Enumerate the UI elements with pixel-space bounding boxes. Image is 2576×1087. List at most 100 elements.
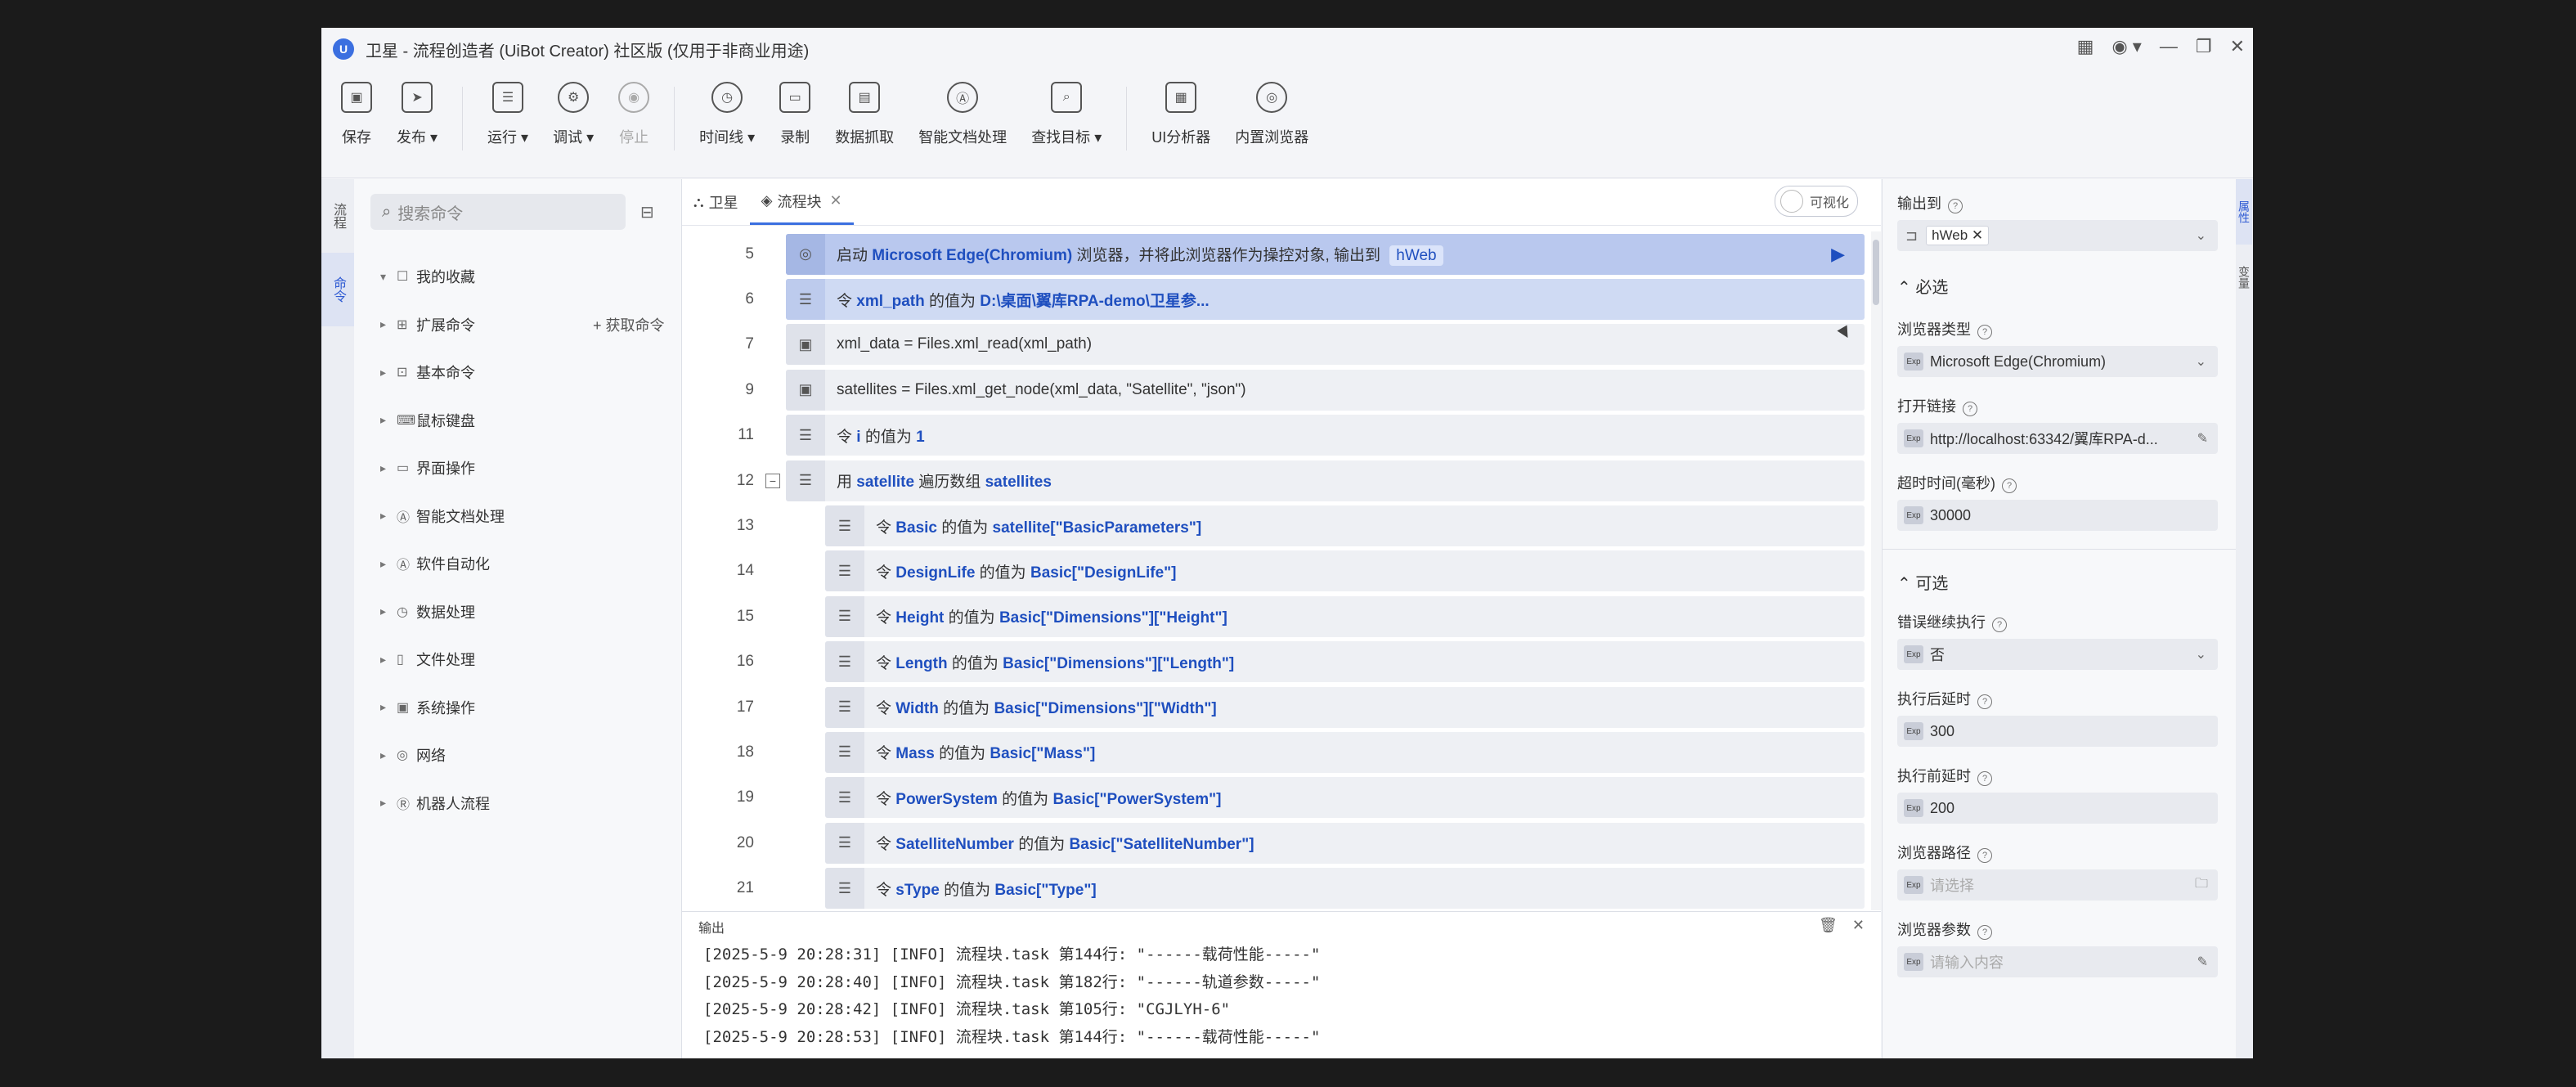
output-to-field[interactable]: ⊐ hWeb ✕ ⌄ <box>1897 220 2218 251</box>
command-block[interactable]: ◎ 启动 Microsoft Edge(Chromium) 浏览器，并将此浏览器作… <box>786 233 1865 275</box>
fold-toggle-icon[interactable]: − <box>765 473 780 488</box>
command-category[interactable]: ▸ ⊞ 扩展命令 + 获取命令 <box>380 301 665 349</box>
visualize-toggle[interactable]: 可视化 <box>1775 186 1858 217</box>
close-icon[interactable]: ✕ <box>1852 917 1865 934</box>
toolbar-button-4[interactable]: ◉ 停止 <box>618 70 650 147</box>
command-block[interactable]: ☰ 令 PowerSystem 的值为 Basic["PowerSystem"] <box>825 777 1865 819</box>
command-block[interactable]: ☰ 令 i 的值为 1 <box>786 415 1865 456</box>
command-search-input[interactable]: ⌕ 搜索命令 <box>370 194 626 230</box>
toolbar-button-9[interactable]: ⌕ 查找目标 ▾ <box>1031 70 1102 147</box>
toolbar-button-8[interactable]: Ⓐ 智能文档处理 <box>918 70 1007 147</box>
code-line[interactable]: 18 ☰ 令 Mass 的值为 Basic["Mass"] <box>682 730 1871 775</box>
open-url-field[interactable]: Exp http://localhost:63342/翼库RPA-d... ✎ <box>1897 423 2218 454</box>
output-var-chip[interactable]: hWeb ✕ <box>1926 226 1990 245</box>
command-category[interactable]: ▾ ☐ 我的收藏 <box>380 253 505 301</box>
command-category[interactable]: ▸ ▣ 系统操作 <box>380 684 505 732</box>
rail-tab-flow[interactable]: 流程 <box>321 179 354 253</box>
optional-section-title[interactable]: ⌃ 可选 <box>1897 570 1948 594</box>
command-block[interactable]: ☰ 用 satellite 遍历数组 satellites <box>786 460 1865 501</box>
command-block[interactable]: ☰ 令 Length 的值为 Basic["Dimensions"]["Lengt… <box>825 641 1865 683</box>
chevron-right-icon[interactable]: ▸ <box>380 413 393 427</box>
command-block[interactable]: ☰ 令 Basic 的值为 satellite["BasicParameters"… <box>825 505 1865 547</box>
code-line[interactable]: 14 ☰ 令 DesignLife 的值为 Basic["DesignLife"] <box>682 549 1871 594</box>
close-button[interactable]: ✕ <box>2230 36 2245 57</box>
get-commands-button[interactable]: + 获取命令 <box>593 314 665 335</box>
chevron-right-icon[interactable]: ▸ <box>380 653 393 667</box>
chevron-down-icon[interactable]: ⌄ <box>2196 227 2206 244</box>
command-category[interactable]: ▸ ⌨ 鼠标键盘 <box>380 397 505 445</box>
rail-tab-properties[interactable]: 属性 <box>2236 179 2252 245</box>
chevron-right-icon[interactable]: ▸ <box>380 461 393 475</box>
tab-satellite[interactable]: ⛬ 卫星 <box>682 179 750 225</box>
chevron-right-icon[interactable]: ▸ <box>380 366 393 380</box>
command-block[interactable]: ☰ 令 Mass 的值为 Basic["Mass"] <box>825 731 1865 773</box>
help-icon[interactable]: ? <box>1992 618 2007 632</box>
chevron-right-icon[interactable]: ▸ <box>380 700 393 714</box>
code-line[interactable]: 17 ☰ 令 Width 的值为 Basic["Dimensions"]["Widt… <box>682 685 1871 730</box>
required-section-title[interactable]: ⌃ 必选 <box>1897 274 1948 298</box>
code-line[interactable]: 19 ☰ 令 PowerSystem 的值为 Basic["PowerSystem"… <box>682 775 1871 820</box>
close-tab-icon[interactable]: ✕ <box>829 192 841 209</box>
help-icon[interactable]: ? <box>1977 925 1992 940</box>
editor-scrollbar[interactable] <box>1871 231 1881 910</box>
chevron-right-icon[interactable]: ▸ <box>380 796 393 810</box>
timeout-field[interactable]: Exp 30000 <box>1897 500 2218 531</box>
command-block[interactable]: ☰ 令 DesignLife 的值为 Basic["DesignLife"] <box>825 550 1865 592</box>
toolbar-button-11[interactable]: ◎ 内置浏览器 <box>1235 70 1308 147</box>
scrollbar-thumb[interactable] <box>1873 240 1879 305</box>
account-icon[interactable]: ◉ ▾ <box>2112 36 2141 57</box>
toolbar-button-0[interactable]: ▣ 保存 <box>341 70 372 147</box>
command-category[interactable]: ▸ Ⓐ 软件自动化 <box>380 540 505 588</box>
delay-before-field[interactable]: Exp 200 <box>1897 793 2218 824</box>
chevron-down-icon[interactable]: ⌄ <box>2196 646 2206 663</box>
toolbar-button-1[interactable]: ➤ 发布 ▾ <box>397 70 438 147</box>
exp-badge[interactable]: Exp <box>1904 645 1923 663</box>
chevron-right-icon[interactable]: ▸ <box>380 748 393 762</box>
command-category[interactable]: ▸ Ⓡ 机器人流程 <box>380 779 505 828</box>
command-block[interactable]: ☰ 令 Width 的值为 Basic["Dimensions"]["Width"… <box>825 686 1865 728</box>
browser-type-select[interactable]: Exp Microsoft Edge(Chromium) ⌄ <box>1897 346 2218 377</box>
chevron-right-icon[interactable]: ▸ <box>380 604 393 618</box>
chevron-down-icon[interactable]: ⌄ <box>2196 353 2206 370</box>
code-line[interactable]: 20 ☰ 令 SatelliteNumber 的值为 Basic["Satellit… <box>682 820 1871 865</box>
exp-badge[interactable]: Exp <box>1904 506 1923 524</box>
command-category[interactable]: ▸ Ⓐ 智能文档处理 <box>380 492 505 541</box>
command-block[interactable]: ☰ 令 Height 的值为 Basic["Dimensions"]["Heigh… <box>825 595 1865 637</box>
command-category[interactable]: ▸ ◷ 数据处理 <box>380 588 505 636</box>
browser-args-field[interactable]: Exp 请输入内容 ✎ <box>1897 946 2218 977</box>
command-category[interactable]: ▸ ▯ 文件处理 <box>380 636 505 684</box>
continue-on-error-select[interactable]: Exp 否 ⌄ <box>1897 639 2218 670</box>
delay-after-field[interactable]: Exp 300 <box>1897 716 2218 747</box>
toolbar-button-2[interactable]: ☰ 运行 ▾ <box>487 70 528 147</box>
help-icon[interactable]: ? <box>1977 325 1992 339</box>
folder-icon[interactable]: 🗀 <box>2195 874 2208 896</box>
exp-badge[interactable]: Exp <box>1904 799 1923 817</box>
browser-path-field[interactable]: Exp 请选择 🗀 <box>1897 869 2218 901</box>
edit-icon[interactable]: ✎ <box>2197 430 2208 447</box>
code-line[interactable]: 21 ☰ 令 sType 的值为 Basic["Type"] <box>682 865 1871 910</box>
code-line[interactable]: 15 ☰ 令 Height 的值为 Basic["Dimensions"]["Hei… <box>682 594 1871 639</box>
toolbar-button-3[interactable]: ⚙ 调试 ▾ <box>553 70 594 147</box>
exp-badge[interactable]: Exp <box>1904 876 1923 894</box>
command-category[interactable]: ▸ ▭ 界面操作 <box>380 444 505 492</box>
minimize-button[interactable]: — <box>2160 36 2178 57</box>
chevron-right-icon[interactable]: ▸ <box>380 317 393 331</box>
command-block[interactable]: ☰ 令 sType 的值为 Basic["Type"] <box>825 868 1865 910</box>
help-icon[interactable]: ? <box>1977 848 1992 863</box>
code-line[interactable]: 13 ☰ 令 Basic 的值为 satellite["BasicParameter… <box>682 503 1871 548</box>
code-line[interactable]: 9 ▣ satellites = Files.xml_get_node(xml_da… <box>682 367 1871 412</box>
code-line[interactable]: 5 ◎ 启动 Microsoft Edge(Chromium) 浏览器，并将此浏览器… <box>682 231 1871 276</box>
help-icon[interactable]: ? <box>1977 694 1992 709</box>
command-block[interactable]: ☰ 令 SatelliteNumber 的值为 Basic["SatelliteN… <box>825 822 1865 864</box>
command-block[interactable]: ▣ xml_data = Files.xml_read(xml_path) <box>786 324 1865 366</box>
tab-flow-block[interactable]: ◈ 流程块 ✕ <box>749 179 854 225</box>
help-icon[interactable]: ? <box>1977 771 1992 786</box>
toolbar-button-6[interactable]: ▭ 录制 <box>779 70 811 147</box>
collapse-all-icon[interactable]: ⊟ <box>640 202 654 222</box>
toolbar-button-10[interactable]: ▦ UI分析器 <box>1151 70 1210 147</box>
command-block[interactable]: ☰ 令 xml_path 的值为 D:\桌面\翼库RPA-demo\卫星参... <box>786 279 1865 321</box>
chevron-right-icon[interactable]: ▸ <box>380 509 393 523</box>
chevron-down-icon[interactable]: ▾ <box>380 270 393 284</box>
toolbar-button-7[interactable]: ▤ 数据抓取 <box>835 70 894 147</box>
code-line[interactable]: 7 ▣ xml_data = Files.xml_read(xml_path) <box>682 322 1871 367</box>
